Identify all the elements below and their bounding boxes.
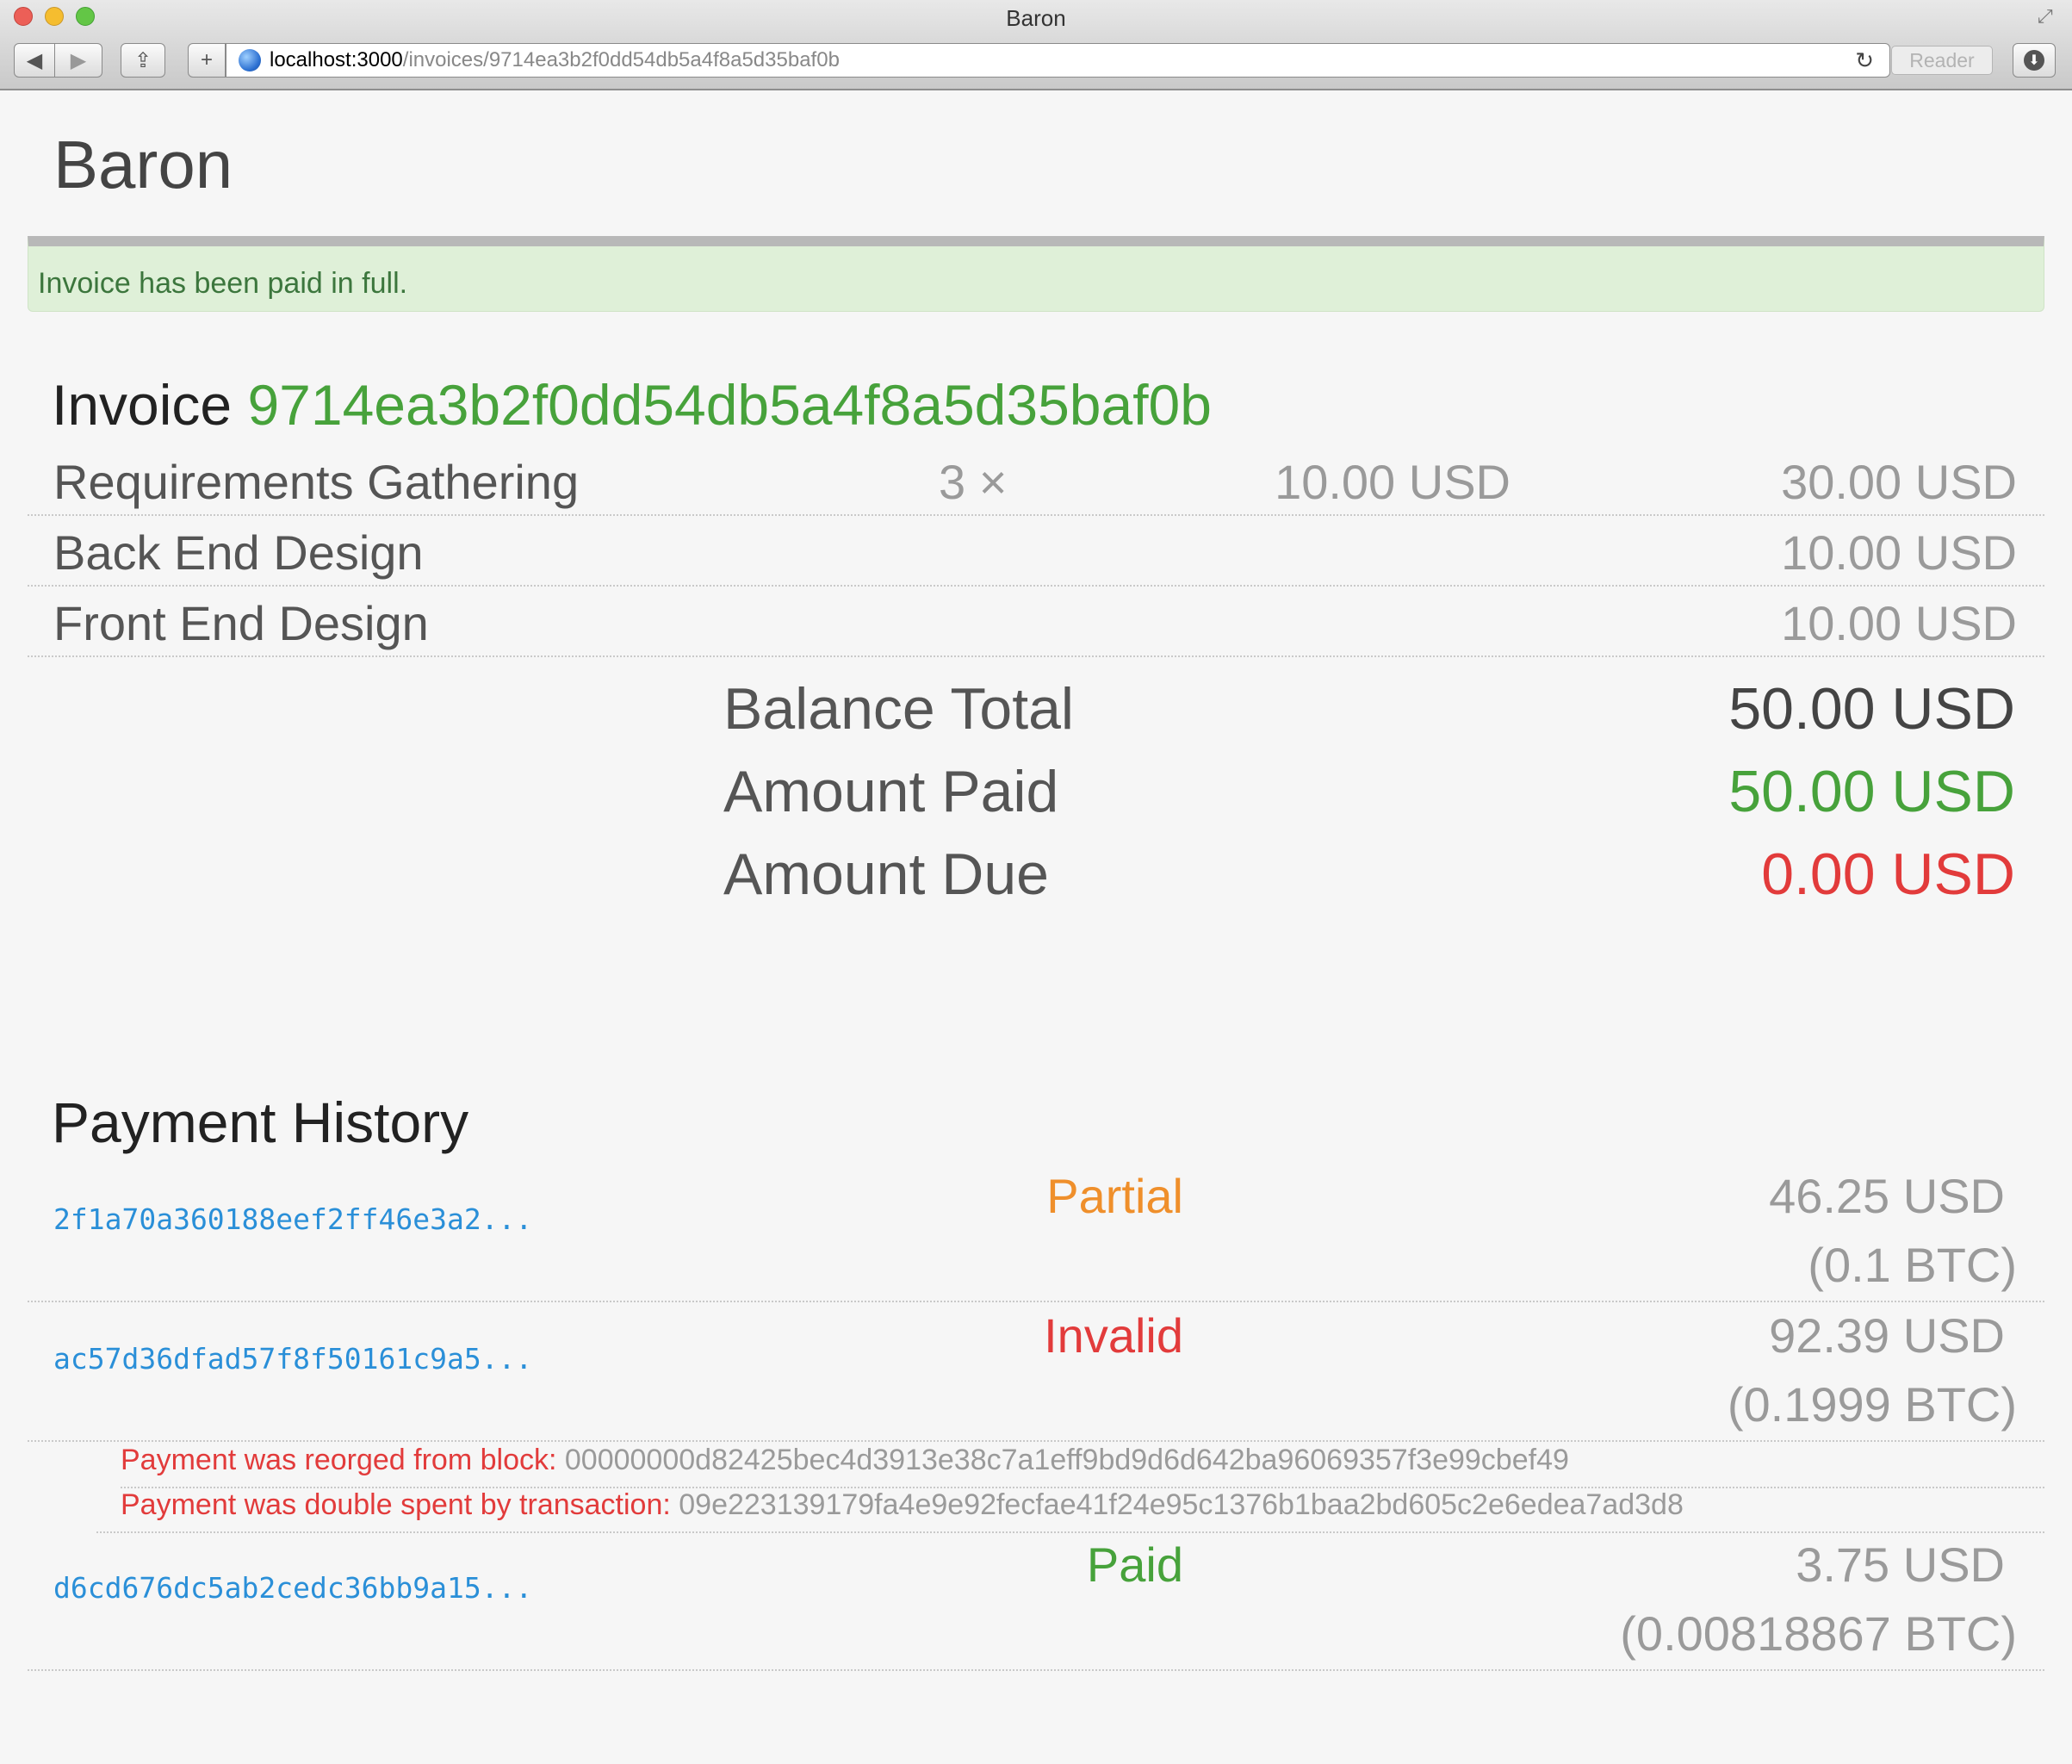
address-bar[interactable]: localhost:3000 /invoices/9714ea3b2f0dd54…	[226, 43, 1890, 78]
payment-note: Payment was double spent by transaction:…	[96, 1488, 2044, 1533]
payment-txid-link[interactable]: d6cd676dc5ab2cedc36bb9a15...	[53, 1571, 532, 1605]
line-item-amount: 30.00 USD	[1781, 455, 2017, 509]
payment-row: 2f1a70a360188eef2ff46e3a2... Partial 46.…	[28, 1168, 2044, 1302]
download-icon: ⬇	[2024, 50, 2044, 71]
payment-usd: 46.25 USD	[1769, 1169, 2005, 1223]
paid-alert: Invoice has been paid in full.	[28, 236, 2044, 312]
line-item-description: Back End Design	[53, 525, 424, 580]
line-item-description: Requirements Gathering	[53, 455, 580, 509]
url-host: localhost:3000	[270, 48, 403, 71]
payment-txid-link[interactable]: 2f1a70a360188eef2ff46e3a2...	[53, 1202, 532, 1236]
line-item: Requirements Gathering 3 × 10.00 USD 30.…	[28, 445, 2044, 516]
back-arrow-icon: ◀	[26, 48, 43, 72]
line-item-amount: 10.00 USD	[1781, 596, 2017, 650]
amount-due-label: Amount Due	[723, 842, 1049, 907]
payment-row: d6cd676dc5ab2cedc36bb9a15... Paid 3.75 U…	[28, 1537, 2044, 1671]
line-item: Back End Design 10.00 USD	[28, 516, 2044, 587]
payment-status: Invalid	[1044, 1308, 1183, 1363]
alert-text: Invoice has been paid in full.	[38, 267, 408, 300]
payment-usd: 92.39 USD	[1769, 1308, 2005, 1363]
new-tab-button[interactable]: +	[188, 43, 226, 78]
forward-arrow-icon: ▶	[70, 48, 87, 72]
payment-row: ac57d36dfad57f8f50161c9a5... Invalid 92.…	[28, 1307, 2044, 1442]
reader-button[interactable]: Reader	[1891, 46, 1993, 75]
payment-note-value: 09e223139179fa4e9e92fecfae41f24e95c1376b…	[679, 1488, 1684, 1521]
globe-icon	[239, 49, 261, 71]
forward-button[interactable]: ▶	[54, 43, 102, 78]
invoice-id: 9714ea3b2f0dd54db5a4f8a5d35baf0b	[247, 373, 1212, 437]
back-button[interactable]: ◀	[14, 43, 55, 78]
payment-btc: (0.1999 BTC)	[1727, 1377, 2017, 1432]
reload-icon[interactable]: ↻	[1855, 47, 1874, 74]
invoice-label: Invoice	[52, 373, 233, 437]
amount-paid-value: 50.00 USD	[1728, 759, 2015, 824]
url-path: /invoices/9714ea3b2f0dd54db5a4f8a5d35baf…	[402, 48, 840, 71]
amount-due-value: 0.00 USD	[1761, 842, 2015, 907]
line-item-amount: 10.00 USD	[1781, 525, 2017, 580]
payment-usd: 3.75 USD	[1796, 1537, 2005, 1592]
payment-note-label: Payment was reorged from block:	[121, 1444, 557, 1476]
payment-status: Partial	[1046, 1169, 1183, 1223]
payment-note-value: 00000000d82425bec4d3913e38c7a1eff9bd9d6d…	[564, 1444, 1569, 1476]
payment-note: Payment was reorged from block: 00000000…	[121, 1444, 2044, 1488]
payment-btc: (0.00818867 BTC)	[1620, 1606, 2017, 1661]
plus-icon: +	[200, 48, 213, 71]
fullscreen-icon[interactable]: ⤢	[2038, 5, 2060, 28]
share-icon: ⇪	[133, 48, 152, 72]
browser-toolbar: Baron ⤢ ◀ ▶ ⇪ + localhost:3000 /invoices…	[0, 0, 2072, 90]
amount-paid-label: Amount Paid	[723, 759, 1059, 824]
balance-total-label: Balance Total	[723, 676, 1075, 742]
payment-status: Paid	[1086, 1537, 1183, 1592]
brand-title: Baron	[53, 127, 233, 202]
window-title: Baron	[1006, 5, 1066, 31]
payment-history-heading: Payment History	[52, 1090, 469, 1154]
invoice-heading: Invoice 9714ea3b2f0dd54db5a4f8a5d35baf0b	[52, 372, 1212, 438]
downloads-button[interactable]: ⬇	[2013, 43, 2056, 78]
line-item-unit-price: 10.00 USD	[1275, 455, 1511, 509]
payment-txid-link[interactable]: ac57d36dfad57f8f50161c9a5...	[53, 1342, 532, 1376]
balance-total-value: 50.00 USD	[1728, 676, 2015, 742]
payment-btc: (0.1 BTC)	[1808, 1238, 2017, 1292]
line-item: Front End Design 10.00 USD	[28, 587, 2044, 657]
line-item-description: Front End Design	[53, 596, 429, 650]
share-button[interactable]: ⇪	[121, 43, 165, 78]
payment-note-label: Payment was double spent by transaction:	[121, 1488, 671, 1521]
line-item-quantity: 3 ×	[939, 455, 1008, 509]
